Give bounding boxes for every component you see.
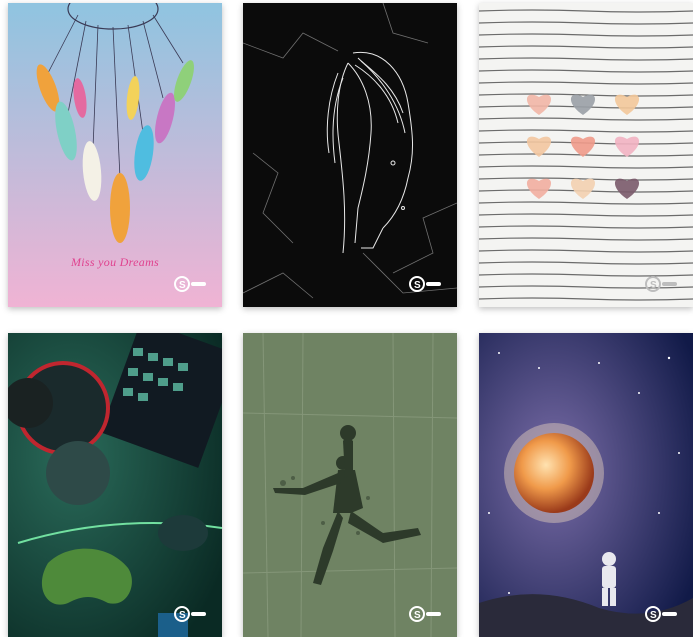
brand-logo-icon: S <box>645 275 679 293</box>
svg-text:S: S <box>179 280 186 291</box>
gaming-art <box>8 333 222 637</box>
svg-text:S: S <box>414 610 421 621</box>
striped-hearts-art <box>479 3 693 307</box>
svg-text:S: S <box>414 280 421 291</box>
astronaut-art <box>479 333 693 637</box>
cover-astronaut[interactable]: S <box>479 333 693 637</box>
marble-horse-art <box>243 3 457 307</box>
brand-logo-icon: S <box>645 605 679 623</box>
cover-marble-horse[interactable]: S <box>243 3 457 307</box>
cover-basketball[interactable]: S <box>243 333 457 637</box>
cover-gaming[interactable]: S <box>8 333 222 637</box>
cover-dreamcatcher[interactable]: Miss you Dreams S <box>8 3 222 307</box>
svg-text:S: S <box>650 610 657 621</box>
brand-logo-icon: S <box>174 275 208 293</box>
basketball-art <box>243 333 457 637</box>
cover-striped-hearts[interactable]: S <box>479 3 693 307</box>
svg-text:S: S <box>179 610 186 621</box>
brand-logo-icon: S <box>409 605 443 623</box>
brand-logo-icon: S <box>174 605 208 623</box>
svg-text:S: S <box>650 280 657 291</box>
cover-tagline: Miss you Dreams <box>70 255 160 269</box>
brand-logo-icon: S <box>409 275 443 293</box>
